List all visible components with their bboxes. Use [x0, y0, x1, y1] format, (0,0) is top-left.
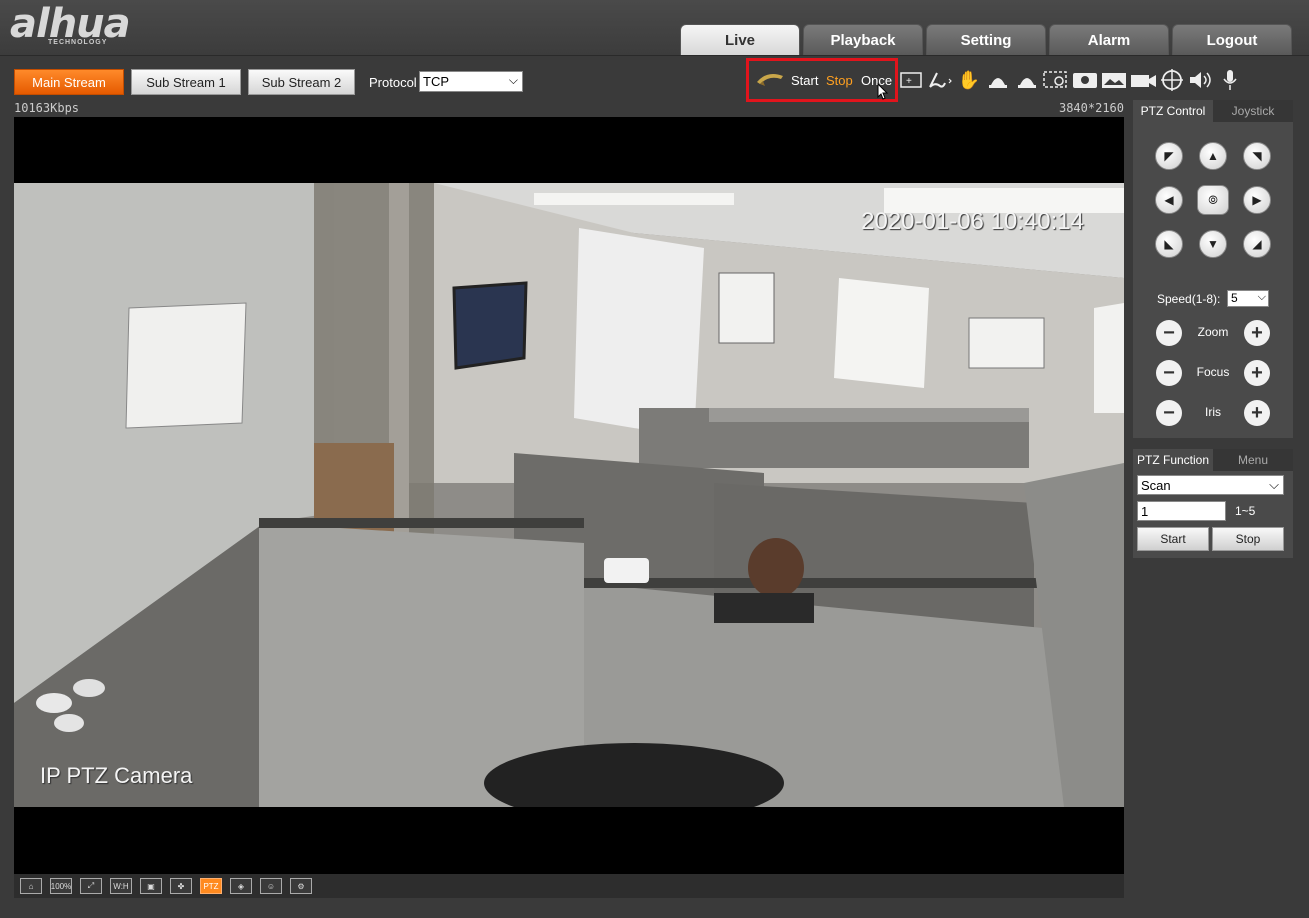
ptz-function-select[interactable]: Scan ⌵	[1137, 475, 1284, 495]
main-tabs: Live Playback Setting Alarm Logout	[680, 24, 1292, 55]
video-timestamp: 2020-01-06 10:40:14	[861, 208, 1084, 235]
snapshot-icon[interactable]	[1072, 68, 1098, 92]
dome-camera-icon[interactable]	[985, 68, 1011, 92]
speed-select[interactable]: 5 ⌵	[1227, 290, 1269, 307]
brand-logo-sub: TECHNOLOGY	[48, 39, 108, 46]
tab-ptz-function[interactable]: PTZ Function	[1133, 449, 1213, 471]
pan-right-icon[interactable]: ▶	[1243, 186, 1271, 214]
tab-ptz-control[interactable]: PTZ Control	[1133, 100, 1213, 122]
region-focus-icon[interactable]: +	[898, 68, 924, 92]
sub-stream-1-button[interactable]: Sub Stream 1	[131, 69, 241, 95]
office-scene-image	[14, 183, 1124, 807]
protocol-select[interactable]: TCP ⌵	[419, 71, 523, 92]
tab-menu[interactable]: Menu	[1213, 449, 1293, 471]
pan-down-right-icon[interactable]: ◢	[1243, 230, 1271, 258]
ptz-number-input[interactable]: 1	[1137, 501, 1226, 521]
camera-name-label: IP PTZ Camera	[40, 763, 193, 788]
live-toolbar: Main Stream Sub Stream 1 Sub Stream 2 Pr…	[0, 57, 1309, 102]
resolution-readout: 3840*2160	[1058, 101, 1124, 115]
hand-icon[interactable]: ✋	[956, 68, 982, 92]
tab-joystick[interactable]: Joystick	[1213, 100, 1293, 122]
zoom-label: Zoom	[1197, 325, 1229, 339]
speaker-icon[interactable]	[1188, 68, 1214, 92]
pan-down-icon[interactable]: ▼	[1199, 230, 1227, 258]
svg-text:+: +	[906, 76, 912, 87]
speed-label: Speed(1-8):	[1157, 292, 1221, 306]
microphone-icon[interactable]	[1217, 68, 1243, 92]
tab-setting[interactable]: Setting	[926, 24, 1046, 55]
ptz-control-tabs: PTZ Control Joystick	[1133, 100, 1293, 122]
ptz-number-range: 1~5	[1235, 504, 1256, 518]
draw-icon[interactable]	[927, 68, 953, 92]
focus-far-button[interactable]: +	[1244, 360, 1270, 386]
face-detect-icon[interactable]: ☺	[260, 878, 282, 894]
focus-label: Focus	[1196, 365, 1230, 379]
ptz-function-panel: PTZ Function Menu Scan ⌵ 1 1~5 Start Sto…	[1133, 449, 1293, 558]
chevron-down-icon: ⌵	[508, 73, 518, 87]
record-icon	[757, 74, 783, 86]
record-start-button[interactable]: Start	[791, 73, 818, 88]
pan-up-icon[interactable]: ▲	[1199, 142, 1227, 170]
pan-left-icon[interactable]: ◀	[1155, 186, 1183, 214]
settings-icon[interactable]: ⚙	[290, 878, 312, 894]
dome-camera-alt-icon[interactable]	[1014, 68, 1040, 92]
speed-value: 5	[1231, 291, 1238, 305]
ptz-function-stop-button[interactable]: Stop	[1212, 527, 1284, 551]
pan-up-left-icon[interactable]: ◤	[1155, 142, 1183, 170]
focus-near-button[interactable]: −	[1156, 360, 1182, 386]
pan-down-left-icon[interactable]: ◣	[1155, 230, 1183, 258]
iris-open-button[interactable]: +	[1244, 400, 1270, 426]
chevron-down-icon: ⌵	[1269, 477, 1279, 492]
protocol-label: Protocol	[369, 75, 417, 90]
tab-alarm[interactable]: Alarm	[1049, 24, 1169, 55]
iris-label: Iris	[1205, 405, 1221, 419]
video-bottom-toolbar: ⌂ 100% ⤢ W:H ▣ ✤ PTZ ◈ ☺ ⚙	[14, 874, 1124, 898]
tool-icons: + ✋	[898, 68, 1243, 92]
triple-snapshot-icon[interactable]	[1101, 68, 1127, 92]
tab-playback[interactable]: Playback	[803, 24, 923, 55]
pan-up-right-icon[interactable]: ◥	[1243, 142, 1271, 170]
chevron-down-icon: ⌵	[1257, 291, 1266, 303]
sub-stream-2-button[interactable]: Sub Stream 2	[248, 69, 355, 95]
ptz-function-start-button[interactable]: Start	[1137, 527, 1209, 551]
zoom-out-button[interactable]: −	[1156, 320, 1182, 346]
fullscreen-icon[interactable]: ▣	[140, 878, 162, 894]
aspect-ratio-button[interactable]: W:H	[110, 878, 132, 894]
main-stream-button[interactable]: Main Stream	[14, 69, 124, 95]
iris-close-button[interactable]: −	[1156, 400, 1182, 426]
ptz-toggle-button[interactable]: PTZ	[200, 878, 222, 894]
live-video-view[interactable]: 2020-01-06 10:40:14 IP PTZ Camera	[14, 117, 1124, 874]
ptz-function-tabs: PTZ Function Menu	[1133, 449, 1293, 471]
crosshair-icon[interactable]	[1159, 68, 1185, 92]
record-stop-button[interactable]: Stop	[826, 73, 853, 88]
ptz-center-icon[interactable]: ⦾	[1197, 185, 1229, 215]
zoom-100-button[interactable]: 100%	[50, 878, 72, 894]
restore-icon[interactable]: ⌂	[20, 878, 42, 894]
fisheye-icon[interactable]: ✤	[170, 878, 192, 894]
ptz-function-value: Scan	[1141, 477, 1171, 493]
brand-logo: alhua	[10, 1, 131, 47]
ptz-control-panel: PTZ Control Joystick ◤ ▲ ◥ ◀ ⦾ ▶ ◣ ▼ ◢ S…	[1133, 100, 1293, 438]
tab-live[interactable]: Live	[680, 24, 800, 55]
smart-track-icon[interactable]: ◈	[230, 878, 252, 894]
header: alhua TECHNOLOGY Live Playback Setting A…	[0, 0, 1309, 56]
camera-feed: 2020-01-06 10:40:14 IP PTZ Camera	[14, 183, 1124, 807]
tab-logout[interactable]: Logout	[1172, 24, 1292, 55]
region-zoom-icon[interactable]	[1043, 68, 1069, 92]
bitrate-readout: 10163Kbps	[14, 101, 80, 115]
stream-info-row: 10163Kbps 3840*2160	[14, 100, 1124, 117]
fit-window-icon[interactable]: ⤢	[80, 878, 102, 894]
zoom-in-button[interactable]: +	[1244, 320, 1270, 346]
protocol-value: TCP	[423, 74, 449, 89]
video-record-icon[interactable]	[1130, 68, 1156, 92]
mouse-cursor-icon	[877, 83, 889, 100]
